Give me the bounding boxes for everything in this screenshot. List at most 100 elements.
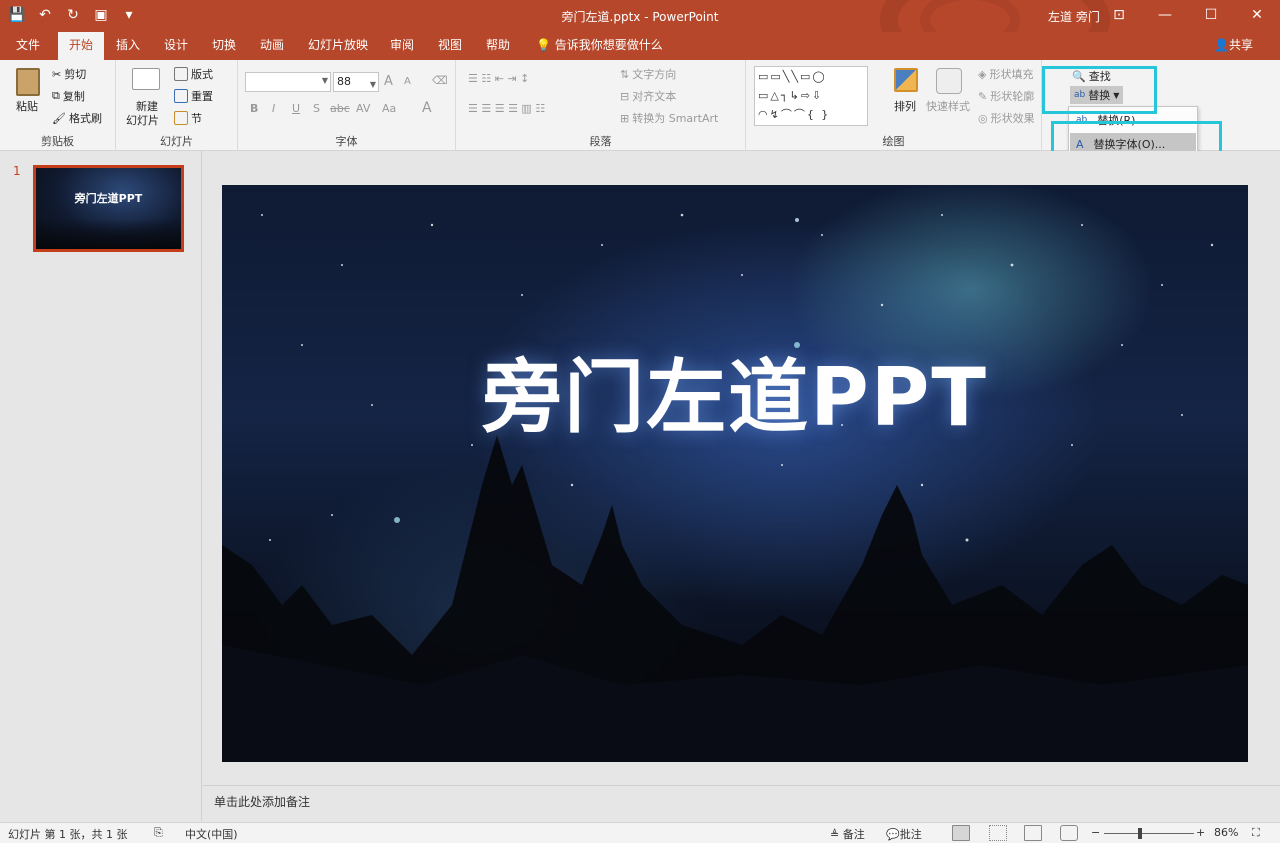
- change-case-button[interactable]: Aa: [382, 102, 396, 115]
- shape-fill-button[interactable]: ◈ 形状填充: [978, 66, 1033, 82]
- cut-button[interactable]: ✂ 剪切: [52, 66, 86, 82]
- notes-pane[interactable]: 单击此处添加备注: [203, 785, 1280, 822]
- smartart-button[interactable]: ⊞ 转换为 SmartArt: [620, 110, 718, 126]
- clear-format-icon[interactable]: ⌫: [432, 74, 448, 87]
- bold-button[interactable]: B: [250, 102, 258, 115]
- font-name-combo[interactable]: ▼: [245, 72, 331, 92]
- slide-title[interactable]: 旁门左道PPT: [222, 333, 1248, 449]
- zoom-in-button[interactable]: +: [1196, 826, 1205, 839]
- copy-icon: ⧉: [52, 89, 60, 102]
- notes-toggle-label: 备注: [842, 828, 865, 841]
- font-size-combo[interactable]: 88 ▼: [333, 72, 379, 92]
- drawing-group-label: 绘图: [882, 135, 905, 148]
- user-name[interactable]: 左道 旁门: [1048, 8, 1100, 25]
- zoom-slider[interactable]: [1104, 833, 1194, 834]
- restore-button[interactable]: ☐: [1188, 0, 1234, 32]
- copy-button[interactable]: ⧉ 复制: [52, 88, 85, 104]
- slides-group-label: 幻灯片: [160, 135, 193, 148]
- grow-font-button[interactable]: A: [384, 74, 393, 89]
- tab-animations[interactable]: 动画: [252, 32, 292, 60]
- minimize-button[interactable]: —: [1142, 0, 1188, 32]
- slideshow-view-icon[interactable]: [1060, 825, 1078, 841]
- close-button[interactable]: ✕: [1234, 0, 1280, 32]
- notes-placeholder: 单击此处添加备注: [214, 795, 311, 809]
- zoom-slider-thumb[interactable]: [1138, 828, 1142, 839]
- shrink-font-button[interactable]: A: [404, 76, 411, 87]
- slide-count-status[interactable]: 幻灯片 第 1 张，共 1 张: [8, 826, 127, 842]
- new-slide-label-2[interactable]: 幻灯片: [126, 112, 159, 128]
- strikethrough-button[interactable]: abc: [330, 102, 350, 115]
- effects-icon: ◎: [978, 111, 988, 125]
- paint-bucket-icon: ◈: [978, 67, 987, 81]
- bullets-icon[interactable]: ☰ ☷ ⇤ ⇥ ↕: [468, 72, 529, 85]
- format-painter-label: 格式刷: [68, 112, 102, 125]
- section-label: 节: [191, 112, 202, 125]
- slide-number: 1: [13, 164, 21, 178]
- paste-button[interactable]: 粘贴: [16, 98, 38, 114]
- underline-button[interactable]: U: [292, 102, 300, 115]
- lightbulb-icon: 💡: [536, 38, 551, 52]
- shadow-button[interactable]: S: [313, 102, 320, 115]
- layout-button[interactable]: 版式: [174, 66, 213, 82]
- reset-button[interactable]: 重置: [174, 88, 213, 104]
- shapes-gallery[interactable]: ▭▭╲╲▭◯ ▭△┐↳⇨⇩ ◠↯⌒⌒{ }: [754, 66, 868, 126]
- tab-review[interactable]: 审阅: [382, 32, 422, 60]
- slide-sorter-icon[interactable]: [989, 825, 1007, 841]
- tell-me-box[interactable]: 💡 告诉我你想要做什么: [536, 32, 663, 60]
- font-group: ▼ 88 ▼ A A ⌫ B I U S abc AV Aa A 字体: [238, 60, 456, 151]
- normal-view-icon[interactable]: [952, 825, 970, 841]
- zoom-out-button[interactable]: −: [1091, 826, 1100, 839]
- format-painter-button[interactable]: 🖌 格式刷: [52, 110, 102, 126]
- arrange-button[interactable]: 排列: [894, 98, 916, 114]
- layout-icon: [174, 67, 188, 81]
- brush-icon: 🖌: [52, 111, 66, 125]
- ribbon-options-button[interactable]: ⊡: [1096, 0, 1142, 32]
- fit-to-window-icon[interactable]: ⛶: [1252, 826, 1260, 840]
- comment-icon: 💬: [886, 828, 900, 841]
- tab-view[interactable]: 视图: [430, 32, 470, 60]
- shape-effects-button[interactable]: ◎ 形状效果: [978, 110, 1035, 126]
- tab-home[interactable]: 开始: [58, 32, 104, 60]
- char-spacing-button[interactable]: AV: [356, 102, 370, 115]
- section-button[interactable]: 节: [174, 110, 202, 126]
- font-color-button[interactable]: A: [422, 100, 432, 116]
- shape-effects-label: 形状效果: [990, 112, 1035, 125]
- tab-design[interactable]: 设计: [156, 32, 196, 60]
- section-icon: [174, 111, 188, 125]
- tab-transitions[interactable]: 切换: [204, 32, 244, 60]
- reading-view-icon[interactable]: [1024, 825, 1042, 841]
- ribbon-tabs: 文件 开始 插入 设计 切换 动画 幻灯片放映 审阅 视图 帮助 💡 告诉我你想…: [0, 32, 1280, 60]
- arrange-icon[interactable]: [894, 68, 918, 92]
- italic-button[interactable]: I: [272, 102, 275, 115]
- new-slide-icon[interactable]: [132, 68, 160, 90]
- zoom-level[interactable]: 86%: [1214, 826, 1238, 839]
- paste-icon[interactable]: [16, 68, 40, 96]
- tell-me-text: 告诉我你想要做什么: [554, 38, 663, 52]
- notes-icon: ≜: [830, 828, 840, 841]
- comments-toggle-button[interactable]: 💬批注: [886, 826, 922, 842]
- tab-file[interactable]: 文件: [8, 32, 48, 60]
- shape-outline-button[interactable]: ✎ 形状轮廓: [978, 88, 1034, 104]
- quick-styles-button[interactable]: 快速样式: [926, 98, 970, 114]
- font-size-value: 88: [337, 75, 351, 88]
- notes-toggle-button[interactable]: ≜ 备注: [830, 826, 865, 842]
- share-label: 共享: [1228, 38, 1253, 52]
- window-controls: ⊡ — ☐ ✕: [1096, 0, 1280, 32]
- layout-label: 版式: [191, 68, 213, 81]
- cut-label: 剪切: [64, 68, 87, 81]
- slide-thumbnail[interactable]: 旁门左道PPT: [33, 165, 184, 252]
- scissors-icon: ✂: [52, 67, 62, 81]
- title-bar: 💾 ↶ ↻ ▣ ▾ 旁门左道.pptx - PowerPoint 左道 旁门 ⊡…: [0, 0, 1280, 32]
- share-button[interactable]: 👤共享: [1214, 32, 1253, 60]
- align-icons[interactable]: ☰ ☰ ☰ ☰ ▥ ☷: [468, 102, 545, 115]
- slide-canvas[interactable]: 旁门左道PPT: [222, 185, 1248, 762]
- clipboard-group-label: 剪贴板: [41, 135, 74, 148]
- tab-help[interactable]: 帮助: [478, 32, 518, 60]
- align-text-button[interactable]: ⊟ 对齐文本: [620, 88, 676, 104]
- tab-insert[interactable]: 插入: [108, 32, 148, 60]
- language-status[interactable]: 中文(中国): [185, 826, 238, 842]
- text-direction-button[interactable]: ⇅ 文字方向: [620, 66, 676, 82]
- tab-slideshow[interactable]: 幻灯片放映: [302, 32, 374, 60]
- accessibility-icon[interactable]: ⎘: [154, 826, 163, 840]
- quick-styles-icon[interactable]: [936, 68, 962, 94]
